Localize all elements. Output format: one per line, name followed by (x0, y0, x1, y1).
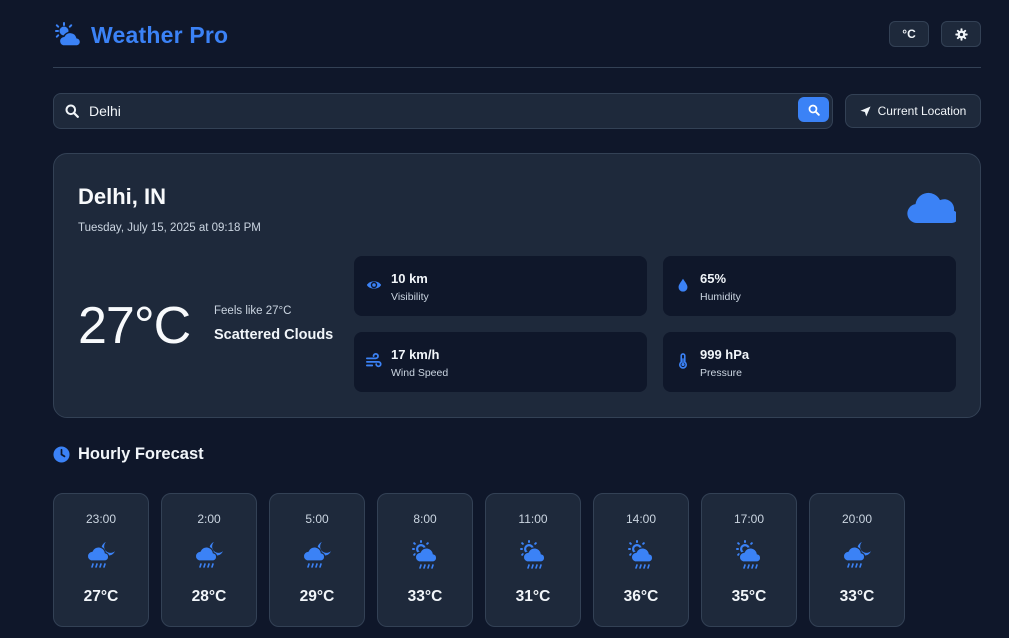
cloud-sun-rain-icon (520, 540, 546, 569)
hourly-time: 2:00 (197, 512, 221, 526)
cloud-moon-rain-icon (86, 542, 115, 568)
gear-icon (954, 27, 968, 41)
weather-condition: Scattered Clouds (214, 327, 334, 343)
stat-visibility: 10 km Visibility (354, 256, 647, 316)
brand: Weather Pro (53, 20, 228, 50)
stat-value: 999 hPa (700, 347, 750, 362)
search-bar (53, 93, 833, 129)
hourly-card[interactable]: 17:00 35°C (701, 493, 797, 627)
hourly-card[interactable]: 11:00 31°C (485, 493, 581, 627)
stat-label: Visibility (391, 291, 429, 303)
hourly-time: 8:00 (413, 512, 437, 526)
thermometer-icon (679, 353, 687, 369)
clock-icon (53, 446, 70, 463)
hourly-temperature: 36°C (623, 588, 659, 605)
hourly-temperature: 35°C (731, 588, 767, 605)
stat-label: Humidity (700, 291, 741, 303)
hourly-temperature: 28°C (191, 588, 227, 605)
current-weather-card: Delhi, IN Tuesday, July 15, 2025 at 09:1… (53, 153, 981, 418)
hourly-card[interactable]: 23:00 27°C (53, 493, 149, 627)
app-header: Weather Pro °C (53, 18, 981, 68)
stat-pressure: 999 hPa Pressure (663, 332, 956, 392)
hourly-card[interactable]: 5:00 29°C (269, 493, 365, 627)
cloud-sun-rain-icon (628, 540, 654, 569)
hourly-time: 5:00 (305, 512, 329, 526)
hourly-temperature: 33°C (839, 588, 875, 605)
droplet-icon (678, 278, 688, 292)
cloud-sun-rain-icon (412, 540, 438, 569)
feels-like: Feels like 27°C (214, 305, 292, 317)
current-location-button[interactable]: Current Location (845, 94, 981, 128)
hourly-card[interactable]: 2:00 28°C (161, 493, 257, 627)
hourly-temperature: 31°C (515, 588, 551, 605)
weather-app: Weather Pro °C Delhi Current Location De… (0, 0, 1009, 638)
cloud-moon-rain-icon (302, 542, 331, 568)
hourly-temperature: 29°C (299, 588, 335, 605)
hourly-time: 11:00 (518, 512, 548, 526)
hourly-temperature: 33°C (407, 588, 443, 605)
eye-icon (366, 281, 382, 289)
hourly-forecast-title: Hourly Forecast (78, 445, 204, 463)
hourly-forecast-header: Hourly Forecast (53, 445, 204, 464)
hourly-time: 14:00 (625, 512, 657, 526)
search-submit-button[interactable] (798, 97, 829, 122)
wind-icon (366, 353, 382, 368)
cloud-icon (907, 192, 956, 224)
search-icon (65, 104, 79, 118)
hourly-card[interactable]: 20:00 33°C (809, 493, 905, 627)
hourly-card[interactable]: 8:00 33°C (377, 493, 473, 627)
stat-wind-speed: 17 km/h Wind Speed (354, 332, 647, 392)
stat-humidity: 65% Humidity (663, 256, 956, 316)
stat-label: Wind Speed (391, 367, 449, 379)
hourly-temperature: 27°C (83, 588, 119, 605)
stat-label: Pressure (700, 367, 743, 379)
location-arrow-icon (860, 105, 871, 117)
search-input[interactable] (89, 99, 789, 123)
hourly-time: 20:00 (841, 512, 873, 526)
cloud-moon-rain-icon (842, 542, 871, 568)
search-icon (808, 104, 820, 116)
cloud-sun-rain-icon (736, 540, 762, 569)
unit-toggle-button[interactable]: °C (889, 21, 929, 47)
date-time: Tuesday, July 15, 2025 at 09:18 PM (78, 222, 261, 234)
current-temperature: 27°C (78, 297, 191, 355)
city-name: Delhi, IN (78, 184, 167, 209)
settings-button[interactable] (941, 21, 981, 47)
app-title: Weather Pro (91, 21, 229, 48)
stat-value: 65% (700, 271, 727, 286)
stat-value: 10 km (391, 271, 428, 286)
stat-value: 17 km/h (391, 347, 440, 362)
current-location-label: Current Location (877, 104, 967, 118)
cloud-moon-rain-icon (194, 542, 223, 568)
hourly-card[interactable]: 14:00 36°C (593, 493, 689, 627)
hourly-time: 17:00 (733, 512, 765, 526)
hourly-time: 23:00 (85, 512, 117, 526)
cloud-sun-icon (55, 22, 82, 47)
